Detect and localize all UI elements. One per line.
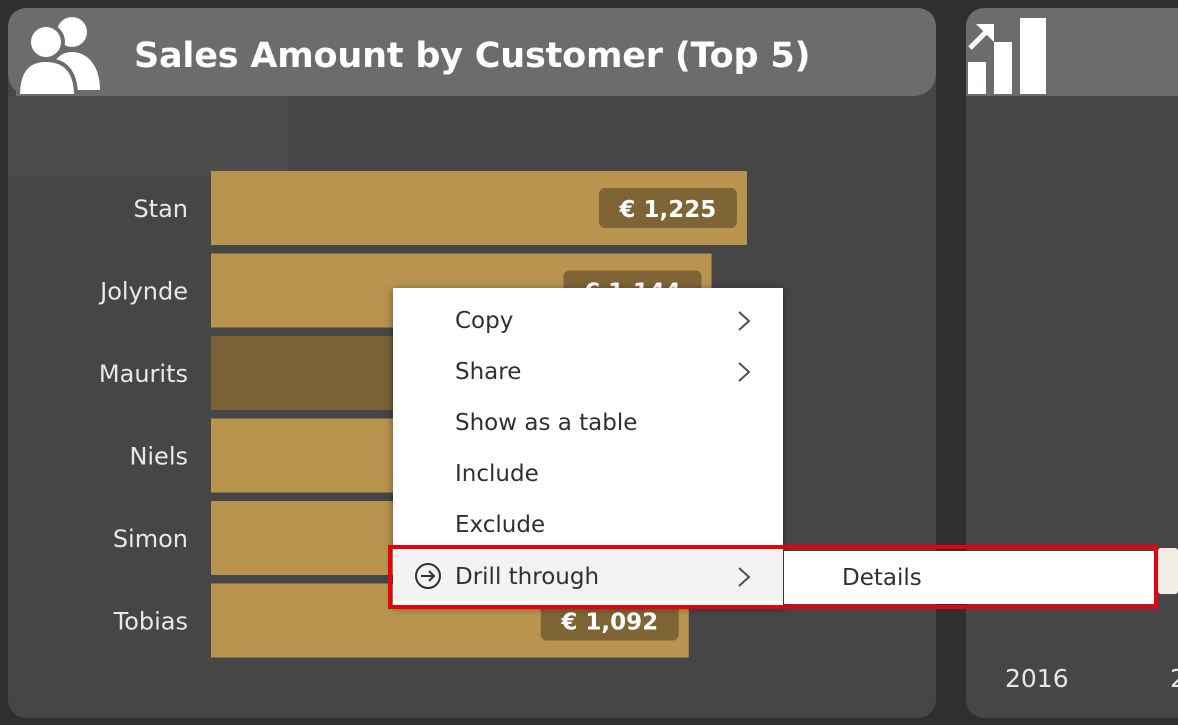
data-label: € 1,225 (619, 197, 717, 223)
menu-item-label: Exclude (455, 512, 546, 538)
category-label: Maurits (99, 360, 188, 388)
context-menu: Copy Share Show as a table Include Exclude Dr… (393, 288, 783, 606)
chevron-right-icon (738, 567, 751, 587)
category-label: Simon (113, 525, 188, 553)
axis-next-label: 2 (1170, 664, 1178, 693)
menu-item-label: Copy (455, 308, 514, 334)
drill-through-submenu: Details (784, 551, 1154, 604)
axis-year-label: 2016 (1005, 664, 1069, 693)
chevron-right-icon (738, 311, 751, 331)
drill-through-icon (415, 563, 441, 589)
menu-item-label: Show as a table (455, 410, 638, 436)
side-chart-bar[interactable] (1158, 548, 1178, 594)
submenu-item-details[interactable]: Details (784, 551, 1154, 604)
menu-item-copy[interactable]: Copy (393, 294, 783, 345)
category-label: Niels (129, 443, 188, 471)
menu-item-include[interactable]: Include (393, 447, 783, 498)
submenu-item-label: Details (842, 565, 922, 591)
chevron-right-icon (738, 362, 751, 382)
category-label: Jolynde (98, 278, 188, 306)
menu-item-drill-through[interactable]: Drill through (393, 550, 783, 601)
category-label: Stan (133, 195, 188, 223)
menu-item-label: Include (455, 461, 539, 487)
menu-item-show-as-a-table[interactable]: Show as a table (393, 396, 783, 447)
category-label: Tobias (113, 608, 188, 636)
menu-item-exclude[interactable]: Exclude (393, 498, 783, 549)
data-label: € 1,092 (560, 610, 658, 636)
menu-item-label: Share (455, 359, 522, 385)
menu-item-share[interactable]: Share (393, 345, 783, 396)
menu-item-label: Drill through (455, 564, 600, 590)
report-canvas: Sales Amount by Customer (Top 5) Stan € 1… (0, 0, 1178, 725)
